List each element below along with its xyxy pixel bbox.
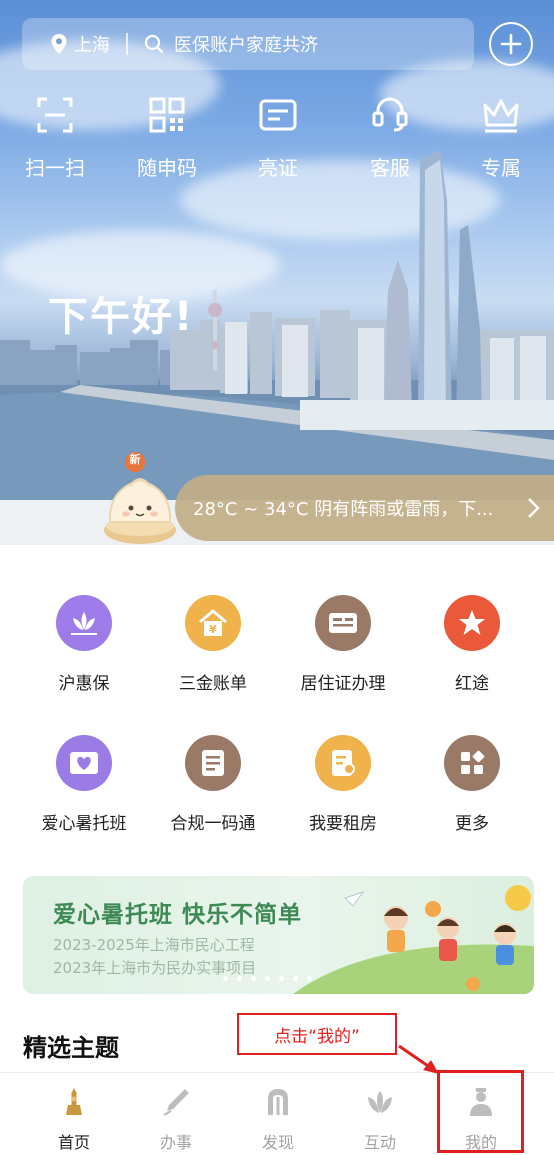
chevron-right-icon	[528, 498, 540, 518]
nav-home-label: 首页	[57, 1133, 90, 1152]
location-label: 上海	[74, 35, 110, 56]
red-star-icon	[444, 595, 500, 651]
svg-text:¥: ¥	[209, 623, 217, 636]
quick-customer-service-label: 客服	[370, 156, 410, 180]
rent-document-icon	[315, 735, 371, 791]
service-label: 三金账单	[179, 674, 247, 694]
service-label: 合规一码通	[170, 814, 256, 834]
search-input[interactable]: 医保账户家庭共济	[144, 31, 318, 57]
nav-services-label: 办事	[159, 1133, 192, 1152]
heart-card-icon	[56, 735, 112, 791]
city-skyline-image	[0, 150, 554, 545]
crown-icon	[483, 99, 519, 133]
search-icon	[144, 34, 164, 54]
new-badge: 新	[129, 453, 141, 466]
id-card-icon	[259, 99, 297, 131]
location-pin-icon	[51, 34, 67, 54]
service-residence-permit[interactable]: 居住证办理	[283, 595, 403, 694]
interact-icon	[368, 1091, 392, 1113]
lotus-icon	[56, 595, 112, 651]
nav-discover-label: 发现	[261, 1133, 294, 1152]
service-hongtu[interactable]: 红途	[412, 595, 532, 694]
weather-text: 28°C ~ 34°C 阴有阵雨或雷雨，下...	[193, 499, 494, 520]
checklist-icon	[185, 735, 241, 791]
quick-show-id[interactable]: 亮证	[233, 95, 323, 181]
children-illustration	[293, 885, 534, 994]
quick-exclusive-label: 专属	[481, 156, 521, 180]
hero-banner: 上海 医保账户家庭共济 扫一扫 随申码 亮证 客服 专属 下午好! 28°C ~…	[0, 0, 554, 545]
qr-code-icon	[149, 97, 185, 133]
quick-qr-code-label: 随申码	[137, 156, 197, 180]
house-yuan-icon: ¥	[185, 595, 241, 651]
quick-scan-label: 扫一扫	[25, 156, 85, 180]
section-title: 精选主题	[23, 1034, 119, 1062]
nav-home[interactable]: 首页	[34, 1085, 114, 1153]
banner-subtitle: 2023-2025年上海市民心工程	[53, 936, 255, 954]
quick-actions: 扫一扫 随申码 亮证 客服 专属	[0, 95, 554, 185]
more-apps-icon	[444, 735, 500, 791]
plus-icon	[500, 33, 522, 55]
service-rent-house[interactable]: 我要租房	[283, 735, 403, 834]
banner-title: 爱心暑托班 快乐不简单	[53, 902, 303, 928]
service-summer-care[interactable]: 爱心暑托班	[24, 735, 144, 834]
service-label: 更多	[455, 814, 489, 834]
service-label: 我要租房	[309, 814, 377, 834]
residence-card-icon	[315, 595, 371, 651]
carousel-indicator	[223, 976, 321, 981]
nav-interact[interactable]: 互动	[340, 1085, 420, 1153]
promo-banner[interactable]: 爱心暑托班 快乐不简单 2023-2025年上海市民心工程 2023年上海市为民…	[23, 876, 534, 994]
service-label: 沪惠保	[58, 674, 110, 694]
quick-customer-service[interactable]: 客服	[345, 95, 435, 181]
service-label: 居住证办理	[300, 674, 386, 694]
search-placeholder: 医保账户家庭共济	[174, 35, 318, 56]
pen-icon	[163, 1089, 189, 1116]
nav-services[interactable]: 办事	[136, 1085, 216, 1153]
banner-subtitle: 2023年上海市为民办实事项目	[53, 959, 257, 977]
service-huhuibao[interactable]: 沪惠保	[24, 595, 144, 694]
discover-icon	[268, 1089, 288, 1115]
scan-icon	[37, 97, 73, 133]
customer-service-icon	[372, 97, 408, 132]
add-button[interactable]	[489, 22, 533, 66]
service-sanjin-bill[interactable]: ¥ 三金账单	[153, 595, 273, 694]
quick-show-id-label: 亮证	[258, 156, 298, 180]
annotation-highlight-box	[437, 1070, 524, 1153]
weather-bar[interactable]: 28°C ~ 34°C 阴有阵雨或雷雨，下...	[175, 475, 554, 541]
nav-interact-label: 互动	[363, 1133, 396, 1152]
service-compliance-code[interactable]: 合规一码通	[153, 735, 273, 834]
quick-qr-code[interactable]: 随申码	[122, 95, 212, 181]
location-selector[interactable]: 上海	[50, 31, 110, 57]
quick-scan[interactable]: 扫一扫	[10, 95, 100, 181]
service-label: 红途	[455, 674, 489, 694]
divider	[126, 33, 128, 55]
home-icon	[66, 1088, 82, 1115]
top-search-bar: 上海 医保账户家庭共济	[22, 18, 474, 70]
quick-exclusive[interactable]: 专属	[456, 95, 546, 181]
nav-discover[interactable]: 发现	[238, 1085, 318, 1153]
service-more[interactable]: 更多	[412, 735, 532, 834]
annotation-callout: 点击“我的”	[237, 1013, 397, 1055]
greeting-text: 下午好!	[48, 294, 195, 340]
service-label: 爱心暑托班	[41, 814, 127, 834]
